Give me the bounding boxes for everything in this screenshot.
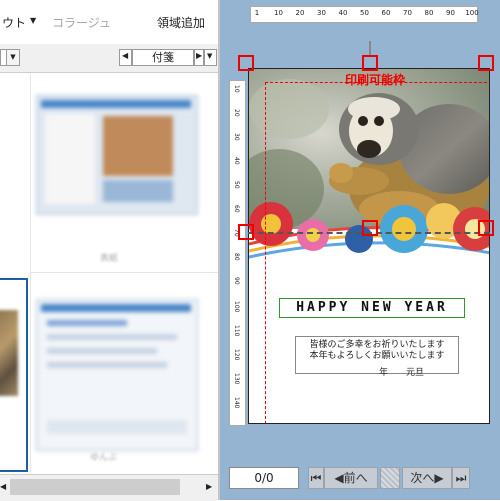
dropdown-arrow-icon[interactable]: ▼: [30, 16, 36, 25]
category-combo-value: 付箋: [152, 51, 174, 64]
thumbnail-photo: [103, 116, 173, 176]
template-thumbnail-list: 表紙 ゆんぶ: [0, 73, 218, 473]
ruler-tick-label: 60: [381, 9, 391, 17]
filter-toolbar: ▼ ◀ 付箋 ▶ ▼: [0, 44, 218, 73]
chevron-down-icon[interactable]: ▼: [6, 50, 19, 65]
prev-page-button[interactable]: ◀前へ: [324, 467, 378, 489]
page-counter: 0/0: [229, 467, 299, 489]
horizontal-ruler: 1 10 20 30 40 50 60 70 80 90 100: [250, 6, 479, 23]
row-divider: [30, 272, 218, 273]
ruler-tick-label: 40: [338, 9, 348, 17]
left-combo[interactable]: ▼: [0, 49, 20, 66]
ruler-tick-label: 110: [233, 325, 240, 337]
ruler-tick-label: 140: [233, 397, 240, 409]
template-thumbnail-2[interactable]: [36, 95, 198, 215]
thumbnail-footer: [47, 420, 187, 434]
thumbnail-line: [47, 362, 167, 368]
scroll-left-button[interactable]: ◀: [119, 49, 132, 66]
category-combo[interactable]: 付箋: [132, 49, 194, 66]
thumbnail-block: [103, 180, 173, 202]
resize-handle-middle-left[interactable]: [238, 224, 254, 240]
thumbnail-panel: [45, 114, 95, 204]
next-arrow-icon: ▶: [434, 471, 444, 485]
add-area-button[interactable]: 領域追加: [157, 14, 205, 31]
next-page-button[interactable]: 次へ▶: [402, 467, 452, 489]
ruler-tick-label: 1: [254, 9, 260, 17]
next-label: 次へ: [410, 471, 435, 485]
layout-menu-label[interactable]: ウト: [2, 14, 26, 31]
ruler-tick-label: 60: [233, 205, 240, 213]
ruler-tick-label: 50: [360, 9, 369, 17]
thumbnail-line: [47, 320, 127, 326]
resize-handle-top-left[interactable]: [238, 55, 254, 71]
ruler-tick-label: 120: [233, 349, 240, 361]
ruler-tick-label: 20: [295, 9, 305, 17]
column-divider: [30, 73, 31, 473]
ruler-tick-label: 100: [465, 9, 479, 17]
rotate-handle-stem: [369, 41, 371, 55]
thumbnail-2-caption: 表紙: [100, 254, 119, 264]
scroll-left-icon[interactable]: ◀: [0, 479, 8, 495]
printable-area-label: 印刷可能枠: [345, 73, 406, 87]
ruler-tick-label: 90: [233, 277, 240, 285]
scroll-right-icon[interactable]: ▶: [206, 479, 216, 495]
resize-handle-middle-center[interactable]: [362, 220, 378, 236]
ruler-tick-label: 30: [317, 9, 326, 17]
category-dropdown-button[interactable]: ▶: [194, 49, 204, 66]
resize-handle-top-center[interactable]: [362, 55, 378, 71]
thumbnail-line: [47, 348, 157, 354]
ruler-tick-label: 70: [403, 9, 412, 17]
scrollbar-thumb[interactable]: [10, 479, 180, 495]
ruler-tick-label: 10: [233, 85, 240, 93]
thumbnail-line: [47, 334, 177, 340]
headline-textbox[interactable]: HAPPY NEW YEAR: [279, 298, 465, 318]
resize-handle-middle-right[interactable]: [478, 220, 494, 236]
last-page-icon[interactable]: ⏭: [452, 467, 470, 489]
vertical-ruler: 10 20 30 40 50 60 70 80 90 100 110 120 130 140: [229, 80, 246, 426]
category-combo-arrow[interactable]: ▼: [204, 49, 217, 66]
message-textbox[interactable]: 皆様のご多幸をお祈りいたします 本年もよろしくお願いいたします: [295, 336, 459, 374]
resize-handle-top-right[interactable]: [478, 55, 494, 71]
template-thumbnail-selected[interactable]: [0, 278, 28, 472]
ruler-tick-label: 30: [233, 133, 240, 141]
ruler-tick-label: 50: [233, 181, 240, 189]
rotate-handle[interactable]: [367, 41, 373, 55]
ruler-tick-label: 20: [233, 109, 240, 117]
ruler-tick-label: 80: [233, 253, 240, 261]
date-line: 年 元旦: [379, 368, 425, 378]
page-slider[interactable]: [380, 467, 400, 489]
first-page-icon[interactable]: ⏮: [308, 467, 324, 489]
ruler-tick-label: 130: [233, 373, 240, 385]
horizontal-scrollbar[interactable]: ◀ ▶: [0, 474, 218, 501]
thumbnail-titlebar: [41, 100, 191, 108]
prev-label: 前へ: [343, 471, 368, 485]
collage-button[interactable]: コラージュ: [52, 14, 111, 31]
main-toolbar: ウト ▼ コラージュ 領域追加: [0, 0, 218, 45]
arrow-left-icon: ◀: [122, 51, 129, 60]
ruler-tick-label: 80: [424, 9, 434, 17]
prev-arrow-icon: ◀: [334, 471, 344, 485]
ruler-tick-label: 40: [233, 157, 240, 165]
template-thumbnail-4[interactable]: [36, 299, 198, 451]
chevron-down-icon: ▼: [207, 52, 213, 60]
thumbnail-4-caption: ゆんぶ: [90, 453, 118, 463]
arrow-right-icon: ▶: [196, 51, 203, 60]
ruler-tick-label: 100: [233, 301, 240, 313]
thumbnail-image: [0, 310, 18, 396]
ruler-tick-label: 90: [446, 9, 455, 17]
message-line-2: 本年もよろしくお願いいたします: [309, 351, 445, 361]
ruler-tick-label: 10: [274, 9, 283, 17]
thumbnail-titlebar: [41, 304, 191, 312]
new-year-card[interactable]: HAPPY NEW YEAR 皆様のご多幸をお祈りいたします 本年もよろしくお願…: [248, 68, 490, 424]
message-line-1: 皆様のご多幸をお祈りいたします: [309, 340, 445, 350]
